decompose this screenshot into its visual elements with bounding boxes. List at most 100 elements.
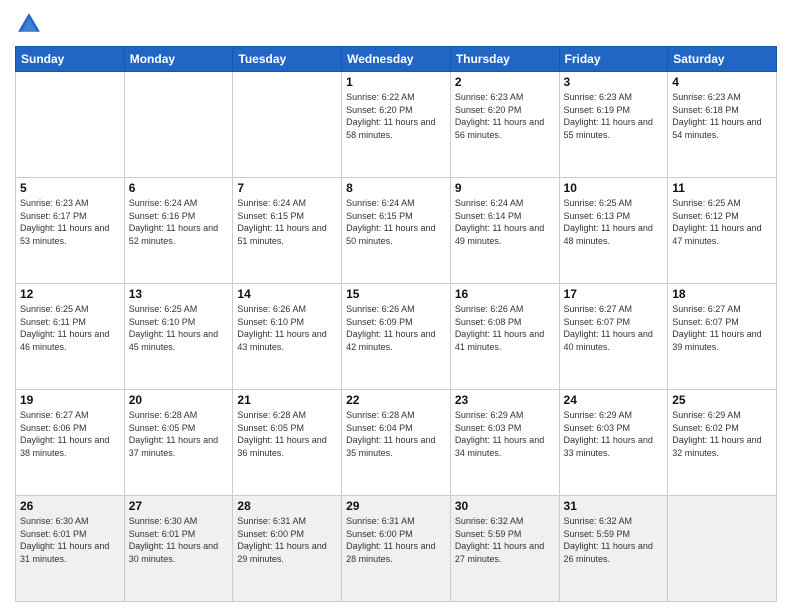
cell-info: Sunrise: 6:28 AMSunset: 6:05 PMDaylight:… bbox=[129, 409, 229, 459]
cell-info: Sunrise: 6:24 AMSunset: 6:14 PMDaylight:… bbox=[455, 197, 555, 247]
day-cell: 24 Sunrise: 6:29 AMSunset: 6:03 PMDayligh… bbox=[559, 390, 668, 496]
day-cell: 6Sunrise: 6:24 AMSunset: 6:16 PMDaylight… bbox=[124, 178, 233, 284]
logo bbox=[15, 10, 47, 38]
logo-icon bbox=[15, 10, 43, 38]
day-number: 11 bbox=[672, 181, 772, 195]
day-cell: 21 Sunrise: 6:28 AMSunset: 6:05 PMDayligh… bbox=[233, 390, 342, 496]
day-cell: 17 Sunrise: 6:27 AMSunset: 6:07 PMDayligh… bbox=[559, 284, 668, 390]
calendar-table: SundayMondayTuesdayWednesdayThursdayFrid… bbox=[15, 46, 777, 602]
day-cell: 2 Sunrise: 6:23 AMSunset: 6:20 PMDaylight… bbox=[450, 72, 559, 178]
cell-info: Sunrise: 6:29 AMSunset: 6:03 PMDaylight:… bbox=[455, 409, 555, 459]
day-number: 31 bbox=[564, 499, 664, 513]
day-number: 22 bbox=[346, 393, 446, 407]
day-cell: 1Sunrise: 6:22 AMSunset: 6:20 PMDaylight… bbox=[342, 72, 451, 178]
cell-info: Sunrise: 6:25 AMSunset: 6:12 PMDaylight:… bbox=[672, 197, 772, 247]
cell-info: Sunrise: 6:27 AMSunset: 6:07 PMDaylight:… bbox=[672, 303, 772, 353]
day-cell: 12Sunrise: 6:25 AMSunset: 6:11 PMDayligh… bbox=[16, 284, 125, 390]
day-number: 23 bbox=[455, 393, 555, 407]
cell-info: Sunrise: 6:23 AMSunset: 6:17 PMDaylight:… bbox=[20, 197, 120, 247]
day-cell bbox=[233, 72, 342, 178]
cell-info: Sunrise: 6:29 AMSunset: 6:03 PMDaylight:… bbox=[564, 409, 664, 459]
day-cell: 22 Sunrise: 6:28 AMSunset: 6:04 PMDayligh… bbox=[342, 390, 451, 496]
day-cell: 18 Sunrise: 6:27 AMSunset: 6:07 PMDayligh… bbox=[668, 284, 777, 390]
day-cell: 26 Sunrise: 6:30 AMSunset: 6:01 PMDayligh… bbox=[16, 496, 125, 602]
day-number: 13 bbox=[129, 287, 229, 301]
cell-info: Sunrise: 6:25 AMSunset: 6:11 PMDaylight:… bbox=[20, 303, 120, 353]
day-cell: 10 Sunrise: 6:25 AMSunset: 6:13 PMDayligh… bbox=[559, 178, 668, 284]
day-cell: 8Sunrise: 6:24 AMSunset: 6:15 PMDaylight… bbox=[342, 178, 451, 284]
cell-info: Sunrise: 6:27 AMSunset: 6:07 PMDaylight:… bbox=[564, 303, 664, 353]
day-cell: 23 Sunrise: 6:29 AMSunset: 6:03 PMDayligh… bbox=[450, 390, 559, 496]
day-cell: 31 Sunrise: 6:32 AMSunset: 5:59 PMDayligh… bbox=[559, 496, 668, 602]
day-number: 9 bbox=[455, 181, 555, 195]
cell-info: Sunrise: 6:30 AMSunset: 6:01 PMDaylight:… bbox=[129, 515, 229, 565]
cell-info: Sunrise: 6:31 AMSunset: 6:00 PMDaylight:… bbox=[346, 515, 446, 565]
cell-info: Sunrise: 6:26 AMSunset: 6:09 PMDaylight:… bbox=[346, 303, 446, 353]
day-cell: 9 Sunrise: 6:24 AMSunset: 6:14 PMDaylight… bbox=[450, 178, 559, 284]
day-cell: 7 Sunrise: 6:24 AMSunset: 6:15 PMDaylight… bbox=[233, 178, 342, 284]
day-header-wednesday: Wednesday bbox=[342, 47, 451, 72]
day-header-thursday: Thursday bbox=[450, 47, 559, 72]
day-cell: 30 Sunrise: 6:32 AMSunset: 5:59 PMDayligh… bbox=[450, 496, 559, 602]
day-header-tuesday: Tuesday bbox=[233, 47, 342, 72]
cell-info: Sunrise: 6:31 AMSunset: 6:00 PMDaylight:… bbox=[237, 515, 337, 565]
day-number: 16 bbox=[455, 287, 555, 301]
week-row-4: 19 Sunrise: 6:27 AMSunset: 6:06 PMDayligh… bbox=[16, 390, 777, 496]
cell-info: Sunrise: 6:26 AMSunset: 6:10 PMDaylight:… bbox=[237, 303, 337, 353]
day-number: 26 bbox=[20, 499, 120, 513]
day-header-saturday: Saturday bbox=[668, 47, 777, 72]
day-cell: 16Sunrise: 6:26 AMSunset: 6:08 PMDayligh… bbox=[450, 284, 559, 390]
day-number: 4 bbox=[672, 75, 772, 89]
day-cell: 4 Sunrise: 6:23 AMSunset: 6:18 PMDaylight… bbox=[668, 72, 777, 178]
week-row-2: 5 Sunrise: 6:23 AMSunset: 6:17 PMDaylight… bbox=[16, 178, 777, 284]
cell-info: Sunrise: 6:32 AMSunset: 5:59 PMDaylight:… bbox=[455, 515, 555, 565]
day-number: 21 bbox=[237, 393, 337, 407]
cell-info: Sunrise: 6:30 AMSunset: 6:01 PMDaylight:… bbox=[20, 515, 120, 565]
cell-info: Sunrise: 6:32 AMSunset: 5:59 PMDaylight:… bbox=[564, 515, 664, 565]
day-cell: 3Sunrise: 6:23 AMSunset: 6:19 PMDaylight… bbox=[559, 72, 668, 178]
day-number: 25 bbox=[672, 393, 772, 407]
cell-info: Sunrise: 6:28 AMSunset: 6:04 PMDaylight:… bbox=[346, 409, 446, 459]
day-number: 14 bbox=[237, 287, 337, 301]
cell-info: Sunrise: 6:24 AMSunset: 6:15 PMDaylight:… bbox=[237, 197, 337, 247]
day-cell: 27Sunrise: 6:30 AMSunset: 6:01 PMDayligh… bbox=[124, 496, 233, 602]
day-number: 10 bbox=[564, 181, 664, 195]
day-cell bbox=[16, 72, 125, 178]
day-number: 18 bbox=[672, 287, 772, 301]
day-number: 15 bbox=[346, 287, 446, 301]
cell-info: Sunrise: 6:25 AMSunset: 6:13 PMDaylight:… bbox=[564, 197, 664, 247]
day-cell: 20 Sunrise: 6:28 AMSunset: 6:05 PMDayligh… bbox=[124, 390, 233, 496]
cell-info: Sunrise: 6:29 AMSunset: 6:02 PMDaylight:… bbox=[672, 409, 772, 459]
day-number: 5 bbox=[20, 181, 120, 195]
day-number: 17 bbox=[564, 287, 664, 301]
day-header-sunday: Sunday bbox=[16, 47, 125, 72]
day-number: 28 bbox=[237, 499, 337, 513]
day-cell: 15 Sunrise: 6:26 AMSunset: 6:09 PMDayligh… bbox=[342, 284, 451, 390]
day-number: 19 bbox=[20, 393, 120, 407]
day-cell bbox=[124, 72, 233, 178]
cell-info: Sunrise: 6:24 AMSunset: 6:15 PMDaylight:… bbox=[346, 197, 446, 247]
day-number: 29 bbox=[346, 499, 446, 513]
cell-info: Sunrise: 6:23 AMSunset: 6:18 PMDaylight:… bbox=[672, 91, 772, 141]
day-number: 2 bbox=[455, 75, 555, 89]
day-header-monday: Monday bbox=[124, 47, 233, 72]
day-cell: 13Sunrise: 6:25 AMSunset: 6:10 PMDayligh… bbox=[124, 284, 233, 390]
cell-info: Sunrise: 6:27 AMSunset: 6:06 PMDaylight:… bbox=[20, 409, 120, 459]
day-cell: 11 Sunrise: 6:25 AMSunset: 6:12 PMDayligh… bbox=[668, 178, 777, 284]
page: SundayMondayTuesdayWednesdayThursdayFrid… bbox=[0, 0, 792, 612]
week-row-3: 12Sunrise: 6:25 AMSunset: 6:11 PMDayligh… bbox=[16, 284, 777, 390]
day-number: 7 bbox=[237, 181, 337, 195]
day-number: 24 bbox=[564, 393, 664, 407]
week-row-5: 26 Sunrise: 6:30 AMSunset: 6:01 PMDayligh… bbox=[16, 496, 777, 602]
day-cell bbox=[668, 496, 777, 602]
cell-info: Sunrise: 6:23 AMSunset: 6:20 PMDaylight:… bbox=[455, 91, 555, 141]
day-number: 20 bbox=[129, 393, 229, 407]
cell-info: Sunrise: 6:28 AMSunset: 6:05 PMDaylight:… bbox=[237, 409, 337, 459]
day-cell: 28 Sunrise: 6:31 AMSunset: 6:00 PMDayligh… bbox=[233, 496, 342, 602]
day-number: 1 bbox=[346, 75, 446, 89]
day-cell: 5 Sunrise: 6:23 AMSunset: 6:17 PMDaylight… bbox=[16, 178, 125, 284]
day-number: 3 bbox=[564, 75, 664, 89]
day-number: 30 bbox=[455, 499, 555, 513]
cell-info: Sunrise: 6:24 AMSunset: 6:16 PMDaylight:… bbox=[129, 197, 229, 247]
day-header-friday: Friday bbox=[559, 47, 668, 72]
